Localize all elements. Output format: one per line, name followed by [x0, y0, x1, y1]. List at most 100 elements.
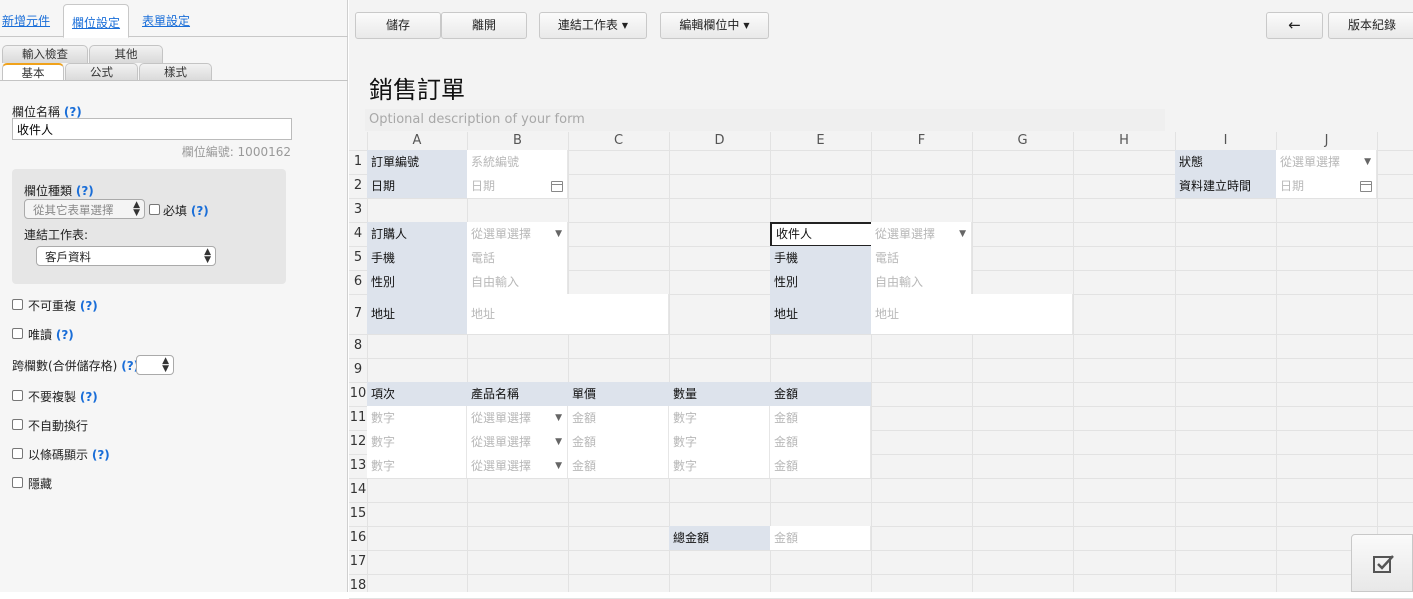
no-copy-checkbox[interactable] — [12, 390, 23, 401]
row-number[interactable]: 2 — [349, 174, 367, 198]
unique-checkbox[interactable] — [12, 299, 23, 310]
row-number[interactable]: 1 — [349, 150, 367, 174]
leave-button[interactable]: 離開 — [441, 12, 527, 39]
required-checkbox[interactable] — [149, 204, 160, 215]
row-number[interactable]: 6 — [349, 270, 367, 294]
back-arrow-button[interactable]: ← — [1266, 12, 1323, 39]
link-sheet-button[interactable]: 連結工作表 ▼ — [539, 12, 647, 39]
row-number[interactable]: 7 — [349, 294, 367, 334]
unit-price-field[interactable]: 金額 — [568, 430, 669, 454]
column-header[interactable]: B — [467, 132, 568, 150]
row-number[interactable]: 18 — [349, 574, 367, 598]
unit-price-field[interactable]: 金額 — [568, 454, 669, 478]
row-number[interactable]: 10 — [349, 382, 367, 406]
form-description[interactable]: Optional description of your form — [369, 112, 585, 127]
help-link[interactable]: (?) — [92, 448, 110, 462]
readonly-checkbox[interactable] — [12, 328, 23, 339]
column-header[interactable]: H — [1073, 132, 1175, 150]
item-no-header[interactable]: 項次 — [367, 382, 467, 406]
edit-field-button[interactable]: 編輯欄位中 ▼ — [660, 12, 769, 39]
subtab-other[interactable]: 其他 — [89, 45, 163, 63]
gender2-field[interactable]: 自由輸入 — [871, 270, 972, 294]
save-button[interactable]: 儲存 — [355, 12, 441, 39]
row-number[interactable]: 13 — [349, 454, 367, 478]
column-header[interactable]: D — [669, 132, 770, 150]
subtab-input-check[interactable]: 輸入檢查 — [2, 45, 88, 63]
row-number[interactable]: 4 — [349, 222, 367, 246]
product-name-header[interactable]: 產品名稱 — [467, 382, 568, 406]
row-number[interactable]: 17 — [349, 550, 367, 574]
help-link[interactable]: (?) — [191, 204, 209, 218]
date-label[interactable]: 日期 — [367, 174, 467, 198]
column-header[interactable]: F — [871, 132, 972, 150]
order-no-field[interactable]: 系統編號 — [467, 150, 568, 174]
column-header[interactable]: J — [1276, 132, 1377, 150]
tab-field-settings[interactable]: 欄位設定 — [63, 4, 130, 38]
mobile-field[interactable]: 電話 — [467, 246, 568, 270]
amount-field[interactable]: 金額 — [770, 406, 871, 430]
row-number[interactable]: 8 — [349, 334, 367, 358]
check-widget[interactable] — [1351, 534, 1413, 592]
created-time-field[interactable]: 日期 — [1276, 174, 1377, 198]
amount-header[interactable]: 金額 — [770, 382, 871, 406]
column-header[interactable]: E — [770, 132, 871, 150]
gender-field[interactable]: 自由輸入 — [467, 270, 568, 294]
help-link[interactable]: (?) — [76, 184, 94, 198]
status-field[interactable]: 從選單選擇 ▼ — [1276, 150, 1377, 174]
item-no-field[interactable]: 數字 — [367, 430, 467, 454]
column-header[interactable]: C — [568, 132, 669, 150]
order-no-label[interactable]: 訂單編號 — [367, 150, 467, 174]
field-name-input[interactable] — [12, 118, 292, 140]
tab-add-element[interactable]: 新增元件 — [2, 12, 50, 29]
product-field[interactable]: 從選單選擇 ▼ — [467, 430, 568, 454]
address-field[interactable]: 地址 — [467, 294, 669, 334]
product-field[interactable]: 從選單選擇 ▼ — [467, 454, 568, 478]
subtab-style[interactable]: 樣式 — [139, 63, 212, 81]
subtab-basic[interactable]: 基本 — [2, 63, 64, 81]
status-label[interactable]: 狀態 — [1175, 150, 1276, 174]
row-number[interactable]: 16 — [349, 526, 367, 550]
tab-form-settings[interactable]: 表單設定 — [142, 12, 190, 29]
version-history-button[interactable]: 版本紀錄 — [1328, 12, 1413, 39]
address2-field[interactable]: 地址 — [871, 294, 1073, 334]
row-number[interactable]: 15 — [349, 502, 367, 526]
product-field[interactable]: 從選單選擇 ▼ — [467, 406, 568, 430]
help-link[interactable]: (?) — [64, 105, 82, 119]
receiver-field[interactable]: 從選單選擇 ▼ — [871, 222, 972, 246]
address-label[interactable]: 地址 — [367, 294, 467, 334]
row-number[interactable]: 14 — [349, 478, 367, 502]
created-time-label[interactable]: 資料建立時間 — [1175, 174, 1276, 198]
colspan-select[interactable]: ▲ ▼ — [136, 355, 174, 375]
mobile2-label[interactable]: 手機 — [770, 246, 871, 270]
amount-field[interactable]: 金額 — [770, 430, 871, 454]
gender-label[interactable]: 性別 — [367, 270, 467, 294]
column-header[interactable]: I — [1175, 132, 1276, 150]
column-header[interactable]: A — [367, 132, 467, 150]
link-sheet-select[interactable]: 客戶資料 ▲ ▼ — [36, 246, 216, 266]
quantity-field[interactable]: 數字 — [669, 454, 770, 478]
gender2-label[interactable]: 性別 — [770, 270, 871, 294]
help-link[interactable]: (?) — [80, 299, 98, 313]
total-amount-label[interactable]: 總金額 — [669, 526, 770, 550]
quantity-field[interactable]: 數字 — [669, 430, 770, 454]
unit-price-header[interactable]: 單價 — [568, 382, 669, 406]
date-field[interactable]: 日期 — [467, 174, 568, 198]
barcode-checkbox[interactable] — [12, 448, 23, 459]
buyer-field[interactable]: 從選單選擇 ▼ — [467, 222, 568, 246]
field-type-select[interactable]: 從其它表單選擇 ▲ ▼ — [24, 199, 145, 219]
total-amount-field[interactable]: 金額 — [770, 526, 871, 550]
no-wrap-checkbox[interactable] — [12, 419, 23, 430]
help-link[interactable]: (?) — [56, 328, 74, 342]
subtab-formula[interactable]: 公式 — [65, 63, 138, 81]
form-title[interactable]: 銷售訂單 — [369, 70, 465, 105]
row-number[interactable]: 5 — [349, 246, 367, 270]
item-no-field[interactable]: 數字 — [367, 406, 467, 430]
row-number[interactable]: 12 — [349, 430, 367, 454]
row-number[interactable]: 11 — [349, 406, 367, 430]
mobile2-field[interactable]: 電話 — [871, 246, 972, 270]
row-number[interactable]: 9 — [349, 358, 367, 382]
row-number[interactable]: 3 — [349, 198, 367, 222]
quantity-header[interactable]: 數量 — [669, 382, 770, 406]
column-header[interactable]: G — [972, 132, 1073, 150]
help-link[interactable]: (?) — [80, 390, 98, 404]
